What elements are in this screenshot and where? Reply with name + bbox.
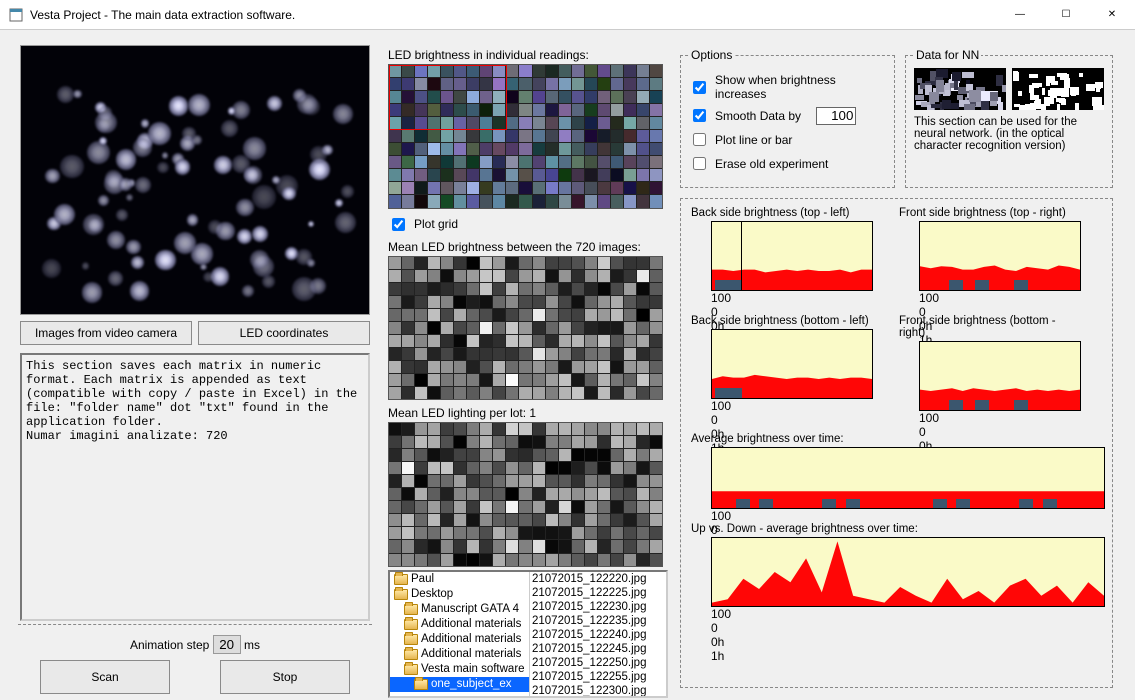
individual-readings-label: LED brightness in individual readings:	[388, 48, 668, 62]
tree-node[interactable]: Vesta main software	[390, 662, 529, 677]
brightness-plot: Front side brightness (top - right)10000…	[897, 207, 1083, 305]
folder-icon	[404, 619, 418, 630]
erase-old-checkbox[interactable]	[693, 157, 706, 170]
options-legend: Options	[689, 48, 734, 62]
images-from-camera-button[interactable]: Images from video camera	[20, 321, 192, 345]
smooth-label: Smooth Data by	[715, 109, 801, 123]
tree-node[interactable]: Desktop	[390, 587, 529, 602]
plot-grid-checkbox[interactable]	[392, 218, 405, 231]
plot-line-label: Plot line or bar	[715, 133, 792, 147]
scan-button[interactable]: Scan	[40, 660, 170, 694]
anim-step-input[interactable]	[213, 635, 241, 654]
mean-720-label: Mean LED brightness between the 720 imag…	[388, 240, 668, 254]
camera-image	[20, 45, 370, 315]
brightness-plot: Back side brightness (bottom - left)1000…	[689, 315, 875, 425]
folder-icon	[404, 634, 418, 645]
options-group: Options Show when brightness increases S…	[680, 48, 895, 188]
erase-old-label: Erase old experiment	[715, 157, 828, 171]
mean-lot-grid	[388, 422, 663, 567]
app-icon	[8, 7, 24, 23]
plots-panel: Back side brightness (top - left) 10000h1…	[680, 198, 1113, 688]
file-item[interactable]: 21072015_122250.jpg	[530, 656, 666, 670]
plot-title: Back side brightness (top - left)	[691, 207, 875, 219]
close-button[interactable]: ✕	[1089, 0, 1135, 30]
show-increase-checkbox[interactable]	[693, 81, 706, 94]
tree-node[interactable]: Additional materials	[390, 647, 529, 662]
anim-step-unit: ms	[244, 638, 260, 652]
file-item[interactable]: 21072015_122245.jpg	[530, 642, 666, 656]
folder-icon	[404, 604, 418, 615]
minimize-button[interactable]: —	[997, 0, 1043, 30]
stop-button[interactable]: Stop	[220, 660, 350, 694]
nn-legend: Data for NN	[914, 48, 981, 62]
nn-thumb-bw	[1012, 68, 1104, 110]
file-item[interactable]: 21072015_122255.jpg	[530, 670, 666, 684]
tree-node[interactable]: Additional materials	[390, 617, 529, 632]
maximize-button[interactable]: ☐	[1043, 0, 1089, 30]
left-column: Images from video camera LED coordinates…	[20, 45, 370, 621]
plot-line-checkbox[interactable]	[693, 133, 706, 146]
tree-node[interactable]: Additional materials	[390, 632, 529, 647]
up-vs-down-plot: 10000h1h	[711, 537, 1105, 607]
tree-node[interactable]: Paul	[390, 572, 529, 587]
folder-icon	[404, 664, 418, 675]
window-title: Vesta Project - The main data extraction…	[30, 8, 997, 22]
file-item[interactable]: 21072015_122225.jpg	[530, 586, 666, 600]
nn-thumb-gray	[914, 68, 1006, 110]
tree-node[interactable]: Manuscript GATA 4	[390, 602, 529, 617]
individual-readings-grid	[388, 64, 663, 209]
led-coordinates-button[interactable]: LED coordinates	[198, 321, 370, 345]
smooth-value-input[interactable]	[816, 107, 856, 125]
avg-brightness-plot: 10000h1h	[711, 447, 1105, 509]
middle-column: LED brightness in individual readings: P…	[388, 48, 668, 589]
mean-lot-label: Mean LED lighting per lot: 1	[388, 406, 668, 420]
folder-icon	[394, 574, 408, 585]
mean-720-grid	[388, 256, 663, 401]
file-item[interactable]: 21072015_122235.jpg	[530, 614, 666, 628]
file-item[interactable]: 21072015_122230.jpg	[530, 600, 666, 614]
animation-step-row: Animation step ms	[20, 635, 370, 654]
plot-title: Front side brightness (top - right)	[899, 207, 1083, 219]
file-item[interactable]: 21072015_122220.jpg	[530, 572, 666, 586]
file-list[interactable]: 21072015_122220.jpg21072015_122225.jpg21…	[530, 572, 666, 696]
log-textarea[interactable]: This section saves each matrix in numeri…	[20, 353, 370, 621]
tree-node[interactable]: one_subject_ex	[390, 677, 529, 692]
file-browser[interactable]: PaulDesktopManuscript GATA 4Additional m…	[388, 570, 668, 698]
nn-group: Data for NN This section can be used for…	[905, 48, 1113, 188]
file-item[interactable]: 21072015_122300.jpg	[530, 684, 666, 696]
plot-grid-label: Plot grid	[414, 217, 458, 231]
nn-desc: This section can be used for the neural …	[914, 116, 1104, 152]
folder-icon	[414, 679, 428, 690]
titlebar: Vesta Project - The main data extraction…	[0, 0, 1135, 30]
anim-step-label: Animation step	[130, 638, 209, 652]
smooth-checkbox[interactable]	[693, 109, 706, 122]
folder-icon	[404, 649, 418, 660]
file-item[interactable]: 21072015_122240.jpg	[530, 628, 666, 642]
brightness-plot: Back side brightness (top - left)10000h1…	[689, 207, 875, 305]
folder-icon	[394, 589, 408, 600]
folder-tree[interactable]: PaulDesktopManuscript GATA 4Additional m…	[390, 572, 530, 696]
show-increase-label: Show when brightness increases	[715, 73, 886, 101]
